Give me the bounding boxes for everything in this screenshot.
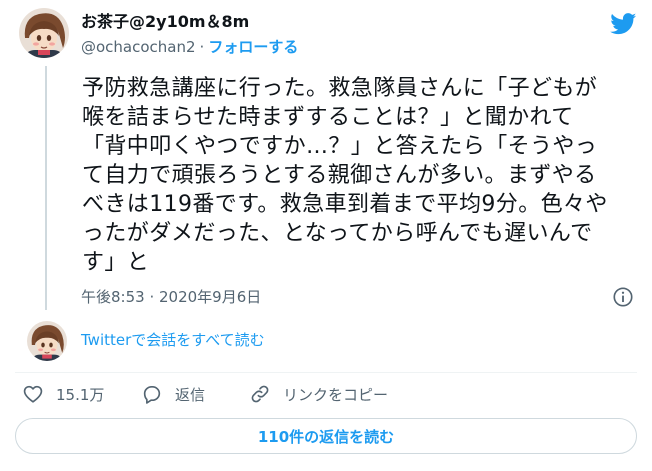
embedded-tweet-card: お茶子@2y10m＆8m @ochacochan2 · フォローする 予防救急講座に… (0, 0, 652, 471)
tweet-timestamp[interactable]: 午後8:53 · 2020年9月6日 (81, 287, 261, 307)
tweet-text-line: 喉を詰まらせた時まずすることは？」と聞かれて (82, 105, 574, 130)
read-replies-button[interactable]: 110件の返信を読む (15, 418, 637, 454)
read-conversation-link[interactable]: Twitterで会話をすべて読む (81, 330, 265, 350)
like-count: 15.1万 (56, 385, 105, 404)
divider (15, 372, 637, 373)
avatar-image (19, 8, 69, 58)
thread-connector-line (45, 66, 47, 310)
reply-action[interactable]: 返信 (141, 382, 205, 406)
tweet-text-line: 「背中叩くやつですか…？」と答えたら「そうやっ (82, 134, 598, 159)
heart-icon (23, 385, 43, 403)
avatar-image (27, 321, 67, 361)
tweet-text-line: べきは119番です。救急車到着まで平均9分。色々や (82, 192, 608, 217)
like-action[interactable]: 15.1万 (22, 382, 104, 406)
tweet-text-line: 予防救急講座に行った。救急隊員さんに「子どもが (82, 76, 598, 101)
link-icon (251, 385, 269, 403)
info-icon[interactable] (612, 286, 634, 308)
user-avatar[interactable] (19, 8, 69, 58)
speech-bubble-icon (143, 386, 161, 404)
user-handle-row: @ochacochan2 · フォローする (81, 37, 298, 57)
tweet-text-line: て自力で頑張ろうとする親御さんが多い。まずやる (82, 163, 597, 188)
copy-link-label: リンクをコピー (283, 385, 389, 404)
reply-label: 返信 (175, 385, 206, 404)
follow-link[interactable]: フォローする (208, 38, 298, 56)
user-display-name[interactable]: お茶子@2y10m＆8m (81, 12, 249, 32)
tweet-text: 予防救急講座に行った。救急隊員さんに「子どもが 喉を詰まらせた時まずすることは？… (82, 74, 642, 277)
user-handle[interactable]: @ochacochan2 (81, 38, 196, 56)
twitter-bird-icon[interactable] (610, 13, 637, 35)
read-replies-label: 110件の返信を読む (257, 427, 395, 446)
tweet-text-line: す」と (82, 250, 150, 275)
tweet-text-line: ったがダメだった、となってから呼んでも遅いんで (82, 221, 593, 246)
conversation-avatar[interactable] (27, 321, 67, 361)
copy-link-action[interactable]: リンクをコピー (249, 382, 388, 406)
separator-dot: · (199, 38, 205, 56)
